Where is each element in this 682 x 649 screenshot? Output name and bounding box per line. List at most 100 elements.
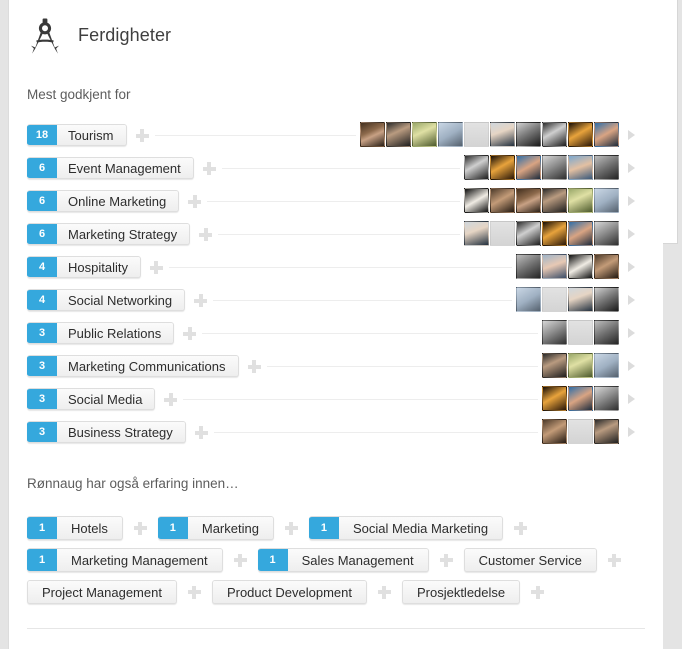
avatar[interactable] bbox=[594, 188, 619, 213]
skill-tag[interactable]: 1 Hotels bbox=[27, 516, 123, 540]
skill-tag-label: Sales Management bbox=[287, 549, 428, 571]
chevron-right-icon[interactable] bbox=[628, 229, 635, 239]
chevron-right-icon[interactable] bbox=[628, 196, 635, 206]
add-endorsement-icon[interactable] bbox=[247, 360, 261, 373]
chevron-right-icon[interactable] bbox=[628, 394, 635, 404]
skill-tag[interactable]: Product Development bbox=[211, 580, 367, 604]
chevron-right-icon[interactable] bbox=[628, 427, 635, 437]
skill-tag[interactable]: 1 Marketing Management bbox=[27, 548, 223, 572]
avatar[interactable] bbox=[594, 353, 619, 378]
add-endorsement-icon[interactable] bbox=[149, 261, 163, 274]
skill-chip[interactable]: 6 Event Management bbox=[27, 157, 194, 179]
add-endorsement-icon[interactable] bbox=[202, 162, 216, 175]
avatar[interactable] bbox=[568, 122, 593, 147]
chevron-right-icon[interactable] bbox=[628, 361, 635, 371]
skill-chip[interactable]: 18 Tourism bbox=[27, 124, 127, 146]
avatar[interactable] bbox=[542, 188, 567, 213]
endorsement-count-badge: 3 bbox=[27, 356, 57, 376]
avatar[interactable] bbox=[594, 386, 619, 411]
avatar[interactable] bbox=[542, 155, 567, 180]
skill-tag[interactable]: 1 Social Media Marketing bbox=[308, 516, 504, 540]
skill-chip[interactable]: 3 Business Strategy bbox=[27, 421, 186, 443]
avatar[interactable] bbox=[464, 122, 489, 147]
add-endorsement-icon[interactable] bbox=[199, 228, 213, 241]
add-endorsement-icon[interactable] bbox=[194, 294, 208, 307]
avatar[interactable] bbox=[542, 353, 567, 378]
add-endorsement-icon[interactable] bbox=[284, 521, 298, 535]
avatar[interactable] bbox=[464, 155, 489, 180]
skill-tag[interactable]: 1 Sales Management bbox=[257, 548, 429, 572]
avatar[interactable] bbox=[516, 221, 541, 246]
avatar[interactable] bbox=[594, 221, 619, 246]
avatar[interactable] bbox=[516, 122, 541, 147]
chevron-right-icon[interactable] bbox=[628, 328, 635, 338]
add-endorsement-icon[interactable] bbox=[183, 327, 197, 340]
skill-chip[interactable]: 3 Social Media bbox=[27, 388, 156, 410]
chevron-right-icon[interactable] bbox=[628, 163, 635, 173]
avatar[interactable] bbox=[594, 320, 619, 345]
skill-chip[interactable]: 3 Public Relations bbox=[27, 322, 175, 344]
skill-chip[interactable]: 4 Social Networking bbox=[27, 289, 186, 311]
avatar[interactable] bbox=[568, 188, 593, 213]
add-endorsement-icon[interactable] bbox=[439, 553, 453, 567]
avatar[interactable] bbox=[568, 221, 593, 246]
avatar[interactable] bbox=[568, 155, 593, 180]
avatar[interactable] bbox=[464, 188, 489, 213]
avatar[interactable] bbox=[516, 254, 541, 279]
avatar[interactable] bbox=[360, 122, 385, 147]
avatar[interactable] bbox=[490, 188, 515, 213]
skill-tag[interactable]: Project Management bbox=[27, 580, 177, 604]
avatar[interactable] bbox=[386, 122, 411, 147]
avatar[interactable] bbox=[568, 386, 593, 411]
avatar[interactable] bbox=[542, 122, 567, 147]
avatar[interactable] bbox=[412, 122, 437, 147]
avatar[interactable] bbox=[490, 155, 515, 180]
add-endorsement-icon[interactable] bbox=[135, 129, 149, 142]
avatar[interactable] bbox=[568, 287, 593, 312]
avatar[interactable] bbox=[594, 419, 619, 444]
avatar[interactable] bbox=[568, 353, 593, 378]
chevron-right-icon[interactable] bbox=[628, 262, 635, 272]
chevron-right-icon[interactable] bbox=[628, 130, 635, 140]
avatar[interactable] bbox=[594, 122, 619, 147]
avatar[interactable] bbox=[568, 419, 593, 444]
avatar[interactable] bbox=[542, 287, 567, 312]
avatar[interactable] bbox=[516, 155, 541, 180]
add-endorsement-icon[interactable] bbox=[188, 195, 202, 208]
add-endorsement-icon[interactable] bbox=[531, 585, 545, 599]
avatar[interactable] bbox=[516, 287, 541, 312]
add-endorsement-icon[interactable] bbox=[187, 585, 201, 599]
add-endorsement-icon[interactable] bbox=[133, 521, 147, 535]
avatar[interactable] bbox=[594, 155, 619, 180]
avatar[interactable] bbox=[490, 221, 515, 246]
add-endorsement-icon[interactable] bbox=[194, 426, 208, 439]
add-endorsement-icon[interactable] bbox=[607, 553, 621, 567]
avatar[interactable] bbox=[594, 287, 619, 312]
chevron-right-icon[interactable] bbox=[628, 295, 635, 305]
avatar[interactable] bbox=[490, 122, 515, 147]
avatar[interactable] bbox=[542, 254, 567, 279]
skill-tag[interactable]: Prosjektledelse bbox=[401, 580, 521, 604]
avatar[interactable] bbox=[542, 386, 567, 411]
avatar[interactable] bbox=[464, 221, 489, 246]
add-endorsement-icon[interactable] bbox=[377, 585, 391, 599]
avatar[interactable] bbox=[568, 254, 593, 279]
skill-chip[interactable]: 6 Marketing Strategy bbox=[27, 223, 191, 245]
avatar[interactable] bbox=[568, 320, 593, 345]
avatar[interactable] bbox=[542, 320, 567, 345]
avatar[interactable] bbox=[594, 254, 619, 279]
add-endorsement-icon[interactable] bbox=[164, 393, 178, 406]
avatar[interactable] bbox=[542, 221, 567, 246]
endorser-avatar-strip bbox=[464, 155, 619, 181]
skill-tag[interactable]: Customer Service bbox=[463, 548, 597, 572]
skill-chip[interactable]: 4 Hospitality bbox=[27, 256, 141, 278]
avatar[interactable] bbox=[542, 419, 567, 444]
skill-chip[interactable]: 6 Online Marketing bbox=[27, 190, 180, 212]
skill-chip[interactable]: 3 Marketing Communications bbox=[27, 355, 239, 377]
avatar[interactable] bbox=[516, 188, 541, 213]
skill-tag-label: Marketing Management bbox=[57, 549, 222, 571]
skill-tag[interactable]: 1 Marketing bbox=[157, 516, 274, 540]
add-endorsement-icon[interactable] bbox=[514, 521, 528, 535]
avatar[interactable] bbox=[438, 122, 463, 147]
add-endorsement-icon[interactable] bbox=[233, 553, 247, 567]
